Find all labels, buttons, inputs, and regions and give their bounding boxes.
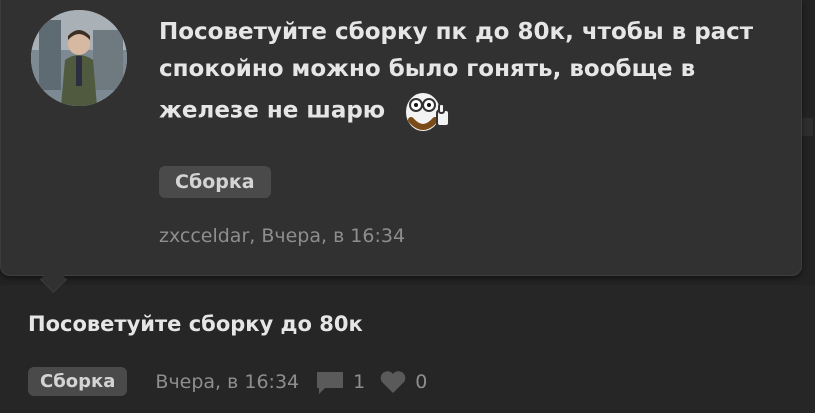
popup-message-text: Посоветуйте сборку пк до 80к, чтобы в ра… [159,19,754,124]
post-time: Вчера, в 16:34 [155,370,300,393]
post-preview-popup: Посоветуйте сборку пк до 80к, чтобы в ра… [0,0,802,276]
user-avatar[interactable] [31,10,127,106]
popup-message: Посоветуйте сборку пк до 80к, чтобы в ра… [159,14,779,134]
popup-tag[interactable]: Сборка [159,166,271,198]
comments-count: 1 [353,370,366,393]
post-title[interactable]: Посоветуйте сборку до 80к [28,312,363,336]
heart-icon[interactable] [379,370,407,394]
emoji-sticker-icon [399,88,451,134]
comment-icon[interactable] [315,369,345,395]
scrollbar-fragment [801,118,813,136]
popup-author-time: zxcceldar, Вчера, в 16:34 [159,225,406,247]
likes-count: 0 [415,370,428,393]
post-meta-row: Сборка Вчера, в 16:34 1 0 [28,367,441,396]
post-tag[interactable]: Сборка [28,367,128,396]
